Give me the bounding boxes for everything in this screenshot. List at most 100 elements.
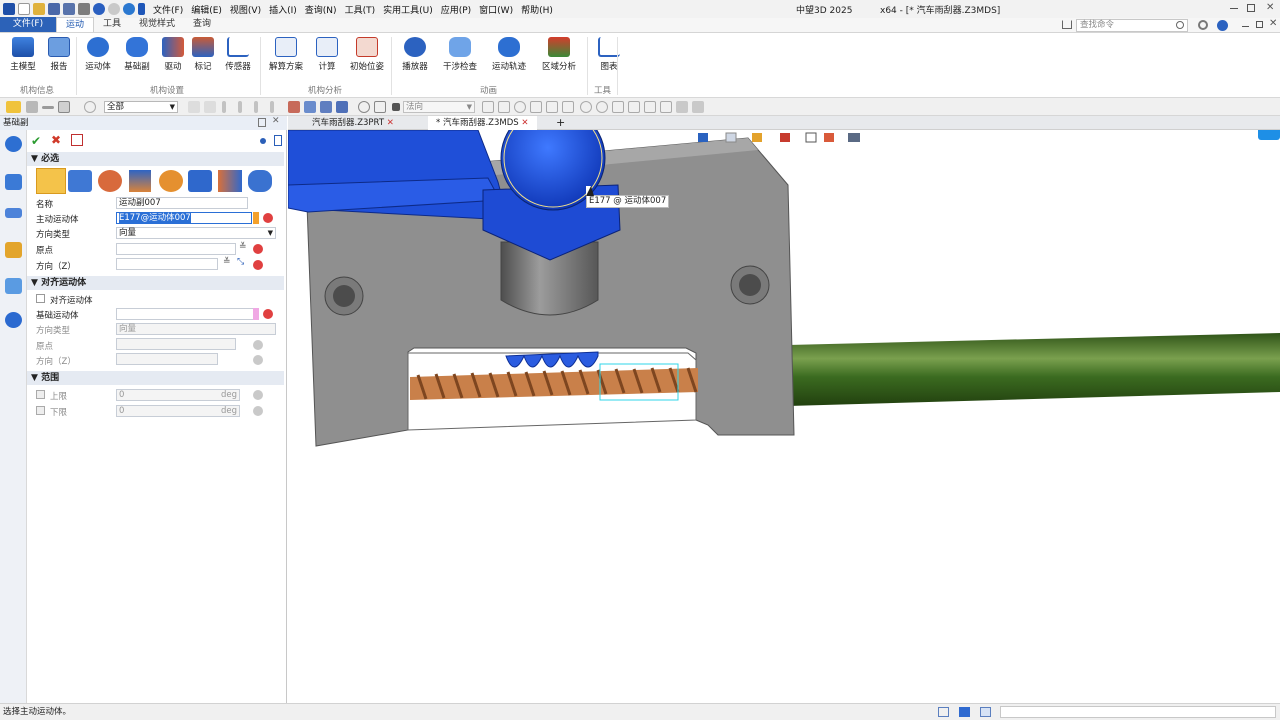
base-body-pick-icon[interactable] bbox=[263, 309, 273, 319]
filter-tool-2-icon[interactable] bbox=[204, 101, 216, 113]
cylindrical-joint-icon[interactable] bbox=[98, 170, 122, 192]
curve-snap-1-icon[interactable] bbox=[612, 101, 624, 113]
planar-joint-icon[interactable] bbox=[188, 170, 212, 192]
snap-tool-6-icon[interactable] bbox=[562, 101, 574, 113]
snap-tool-8-icon[interactable] bbox=[692, 101, 704, 113]
panel-close-icon[interactable]: ✕ bbox=[272, 116, 280, 126]
snap-tool-4-icon[interactable] bbox=[530, 101, 542, 113]
doc-close-icon[interactable]: ✕ bbox=[1269, 18, 1277, 29]
circle-snap-1-icon[interactable] bbox=[580, 101, 592, 113]
menu-tools[interactable]: 工具(T) bbox=[345, 3, 376, 16]
direction-expand-icon[interactable]: ≚ bbox=[223, 257, 231, 267]
display-mode-icon[interactable] bbox=[725, 132, 737, 143]
align-checkbox[interactable] bbox=[36, 294, 45, 303]
line-icon[interactable] bbox=[42, 106, 54, 109]
curve-snap-2-icon[interactable] bbox=[628, 101, 640, 113]
curve-snap-4-icon[interactable] bbox=[660, 101, 672, 113]
tab-tools[interactable]: 工具 bbox=[94, 17, 130, 32]
green-shaft[interactable] bbox=[788, 333, 1280, 406]
3d-viewport[interactable]: E177 @ 运动体007 ↑ bbox=[288, 130, 1280, 703]
revolute-joint-icon[interactable] bbox=[36, 168, 66, 194]
menu-help[interactable]: 帮助(H) bbox=[521, 3, 553, 16]
base-body-input[interactable] bbox=[116, 308, 258, 320]
align-tool-2-icon[interactable] bbox=[238, 101, 242, 113]
primary-body-pick-icon[interactable] bbox=[263, 213, 273, 223]
menu-query[interactable]: 查询(N) bbox=[305, 3, 337, 16]
status-input-field[interactable] bbox=[1000, 706, 1276, 718]
direction-input[interactable] bbox=[116, 258, 218, 270]
restore-icon[interactable] bbox=[1247, 4, 1255, 12]
doc-minimize-icon[interactable] bbox=[1242, 26, 1249, 27]
tab-motion[interactable]: 运动 bbox=[56, 17, 95, 32]
redo-icon[interactable] bbox=[108, 3, 120, 15]
motion-joint-rail-icon[interactable] bbox=[5, 136, 22, 152]
pick-icon[interactable] bbox=[26, 101, 38, 113]
area-analysis-button[interactable]: 区域分析 bbox=[540, 35, 578, 75]
motion-body-button[interactable]: 运动体 bbox=[79, 35, 117, 75]
help-icon[interactable] bbox=[1217, 20, 1228, 31]
refresh-icon[interactable] bbox=[123, 3, 135, 15]
direction-type-select[interactable]: 向量 ▼ bbox=[116, 227, 276, 239]
snap-tool-2-icon[interactable] bbox=[498, 101, 510, 113]
section-view-icon[interactable] bbox=[780, 133, 790, 142]
snap-tool-5-icon[interactable] bbox=[546, 101, 558, 113]
reverse-direction-icon[interactable]: ⤡ bbox=[237, 257, 244, 267]
origin-expand-icon[interactable]: ≚ bbox=[239, 242, 247, 252]
new-file-icon[interactable] bbox=[18, 3, 30, 15]
name-input[interactable]: 运动副007 bbox=[116, 197, 248, 209]
section-required[interactable]: ▼ 必选 bbox=[27, 152, 284, 166]
align-tool-4-icon[interactable] bbox=[270, 101, 274, 113]
spherical-joint-icon[interactable] bbox=[159, 170, 183, 192]
snap-tool-3-icon[interactable] bbox=[514, 101, 526, 113]
menu-file[interactable]: 文件(F) bbox=[153, 3, 183, 16]
master-model-button[interactable]: 主模型 bbox=[4, 35, 42, 75]
assembly-rail-icon[interactable] bbox=[5, 174, 22, 190]
view-tool-1-icon[interactable] bbox=[288, 101, 300, 113]
view-tool-3-icon[interactable] bbox=[320, 101, 332, 113]
save-as-icon[interactable] bbox=[63, 3, 75, 15]
player-button[interactable]: 播放器 bbox=[396, 35, 434, 75]
settings-icon[interactable] bbox=[1198, 20, 1208, 30]
marker-button[interactable]: 标记 bbox=[184, 35, 222, 75]
command-search-input[interactable]: 查找命令 bbox=[1076, 19, 1188, 32]
lower-limit-checkbox[interactable] bbox=[36, 406, 45, 415]
stop-icon[interactable] bbox=[392, 103, 400, 111]
origin2-pick-icon[interactable] bbox=[253, 340, 263, 350]
render-style-icon[interactable] bbox=[752, 133, 762, 142]
chart-button[interactable]: 图表 bbox=[590, 35, 628, 75]
axis-icon[interactable] bbox=[824, 133, 834, 142]
sensor-button[interactable]: 传感器 bbox=[219, 35, 257, 75]
upper-limit-pick-icon[interactable] bbox=[253, 390, 263, 400]
lower-limit-input[interactable]: 0 deg bbox=[116, 405, 240, 417]
options-dot-icon[interactable] bbox=[260, 138, 266, 144]
menu-window[interactable]: 窗口(W) bbox=[479, 3, 513, 16]
menu-apps[interactable]: 应用(P) bbox=[441, 3, 471, 16]
section-align[interactable]: ▼ 对齐运动体 bbox=[27, 276, 284, 290]
status-screen-icon[interactable] bbox=[959, 707, 970, 717]
doc-tab-assembly[interactable]: * 汽车雨刮器.Z3MDS ✕ bbox=[428, 116, 537, 130]
slider-joint-icon[interactable] bbox=[68, 170, 92, 192]
tab-file[interactable]: 文件(F) bbox=[0, 17, 56, 32]
parts-rail-icon[interactable] bbox=[5, 242, 22, 258]
snap-tool-1-icon[interactable] bbox=[482, 101, 494, 113]
align-tool-3-icon[interactable] bbox=[254, 101, 258, 113]
direction-pick-icon[interactable] bbox=[253, 260, 263, 270]
direction-type2-select[interactable]: 向量 bbox=[116, 323, 276, 335]
scroll-top-button[interactable]: ↑ bbox=[1258, 130, 1280, 140]
origin-pick-icon[interactable] bbox=[253, 244, 263, 254]
close-window-icon[interactable]: ✕ bbox=[1266, 2, 1274, 13]
view-cube-icon[interactable] bbox=[698, 133, 708, 142]
view-tool-4-icon[interactable] bbox=[336, 101, 348, 113]
menu-edit[interactable]: 编辑(E) bbox=[191, 3, 222, 16]
origin2-input[interactable] bbox=[116, 338, 236, 350]
upper-limit-checkbox[interactable] bbox=[36, 390, 45, 399]
box-select-icon[interactable] bbox=[58, 101, 70, 113]
primary-body-input[interactable]: E177@运动体007 bbox=[116, 212, 252, 224]
save-icon[interactable] bbox=[48, 3, 60, 15]
view-tool-2-icon[interactable] bbox=[304, 101, 316, 113]
user-rail-icon[interactable] bbox=[5, 312, 22, 328]
snap-tool-7-icon[interactable] bbox=[676, 101, 688, 113]
circle-snap-2-icon[interactable] bbox=[596, 101, 608, 113]
home-icon[interactable] bbox=[1062, 20, 1072, 29]
apply-icon[interactable] bbox=[71, 134, 83, 146]
